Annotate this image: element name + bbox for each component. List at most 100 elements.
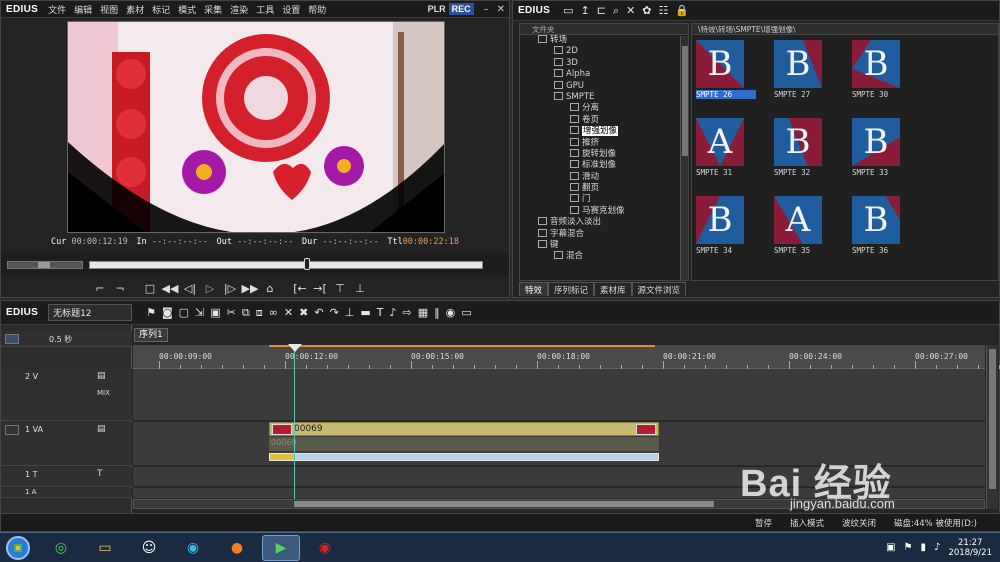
delete-icon[interactable]: ✕ [624, 4, 637, 17]
play-icon[interactable]: ▷ [201, 280, 219, 296]
shuttle-knob[interactable] [38, 262, 50, 268]
tree-item[interactable]: 字幕混合 [520, 228, 688, 240]
tree-scroll-thumb[interactable] [682, 46, 688, 156]
shuttle-slider[interactable] [7, 261, 83, 269]
record-icon[interactable]: ◉ [446, 306, 456, 320]
tree-item[interactable]: 键 [520, 240, 688, 251]
title-track-icon[interactable]: T [97, 469, 103, 479]
cut-icon[interactable]: ✂ [227, 306, 236, 320]
effect-thumbnail[interactable]: B SMPTE 30 [852, 40, 912, 110]
step-back-icon[interactable]: ◁| [181, 280, 199, 296]
save-icon[interactable]: ▣ [210, 306, 220, 320]
track-header-t1[interactable]: 1 T T [1, 467, 132, 487]
track-header-v2[interactable]: 2 V ▤ MIX [1, 369, 132, 421]
menu-render[interactable]: 渲染 [226, 3, 252, 16]
set-in-icon[interactable]: ⌐ [91, 280, 109, 296]
tree-item[interactable]: 翻页 [520, 183, 688, 194]
tab-library[interactable]: 素材库 [594, 282, 632, 296]
menu-marker[interactable]: 标记 [148, 3, 174, 16]
stop-icon[interactable]: □ [141, 280, 159, 296]
capture-icon[interactable]: ◙ [162, 306, 173, 320]
tree-item[interactable]: 分离 [520, 103, 688, 114]
tree-item[interactable]: 推挤 [520, 137, 688, 149]
mic-icon[interactable]: ♪ [390, 306, 397, 320]
media-player-icon[interactable]: ◉ [174, 535, 212, 561]
title-icon[interactable]: T [377, 306, 384, 320]
tree-item[interactable]: 卷页 [520, 114, 688, 126]
status-ripple[interactable]: 波纹关闭 [842, 517, 876, 529]
new-folder-icon[interactable]: ⊏ [595, 4, 608, 17]
browser-360-icon[interactable]: ◎ [42, 535, 80, 561]
volume-icon[interactable]: ♪ [934, 542, 940, 553]
network-icon[interactable]: ▣ [886, 542, 895, 553]
qq-icon[interactable]: ☺ [130, 535, 168, 561]
time-ruler[interactable]: 00:00:09:00 00:00:12:00 00:00:15:00 00:00:1… [133, 345, 1000, 369]
effect-thumbnail[interactable]: A SMPTE 31 [696, 118, 756, 188]
menu-mode[interactable]: 模式 [174, 3, 200, 16]
tree-item[interactable]: 旋转划像 [520, 148, 688, 160]
battery-icon[interactable]: ▮ [921, 542, 927, 553]
vscroll-thumb[interactable] [989, 349, 996, 489]
overwrite-icon[interactable]: →[ [311, 280, 329, 296]
rec-toggle[interactable]: REC [448, 3, 474, 15]
tree-item[interactable]: SMPTE [520, 91, 688, 103]
effect-thumbnail[interactable]: B SMPTE 33 [852, 118, 912, 188]
effect-thumbnail[interactable]: B SMPTE 26 [696, 40, 756, 110]
up-folder-icon[interactable]: ↥ [578, 4, 591, 17]
tree-item[interactable]: GPU [520, 80, 688, 92]
sync-toggle[interactable] [5, 425, 19, 435]
menu-edit[interactable]: 编辑 [70, 3, 96, 16]
position-slider[interactable] [89, 258, 483, 270]
properties-icon[interactable]: ✿ [640, 4, 653, 17]
menu-settings[interactable]: 设置 [278, 3, 304, 16]
effect-thumbnail[interactable]: B SMPTE 36 [852, 196, 912, 266]
timeline-vscroll[interactable] [986, 345, 998, 509]
clock[interactable]: 21:27 2018/9/21 [948, 538, 992, 558]
menu-clip[interactable]: 素材 [122, 3, 148, 16]
mix-label[interactable]: MIX [97, 389, 110, 397]
search-icon[interactable]: ⌕ [611, 4, 621, 18]
sequence-icon[interactable]: ⚑ [146, 306, 156, 320]
menu-file[interactable]: 文件 [44, 3, 70, 16]
track-v2[interactable] [133, 369, 985, 421]
output-icon[interactable]: ⊥ [351, 280, 369, 296]
ripple-delete-icon[interactable]: ✖ [299, 306, 308, 320]
effect-thumbnail[interactable]: B SMPTE 32 [774, 118, 834, 188]
folder-icon[interactable]: ▭ [561, 4, 575, 17]
tree-item[interactable]: 音频淡入淡出 [520, 217, 688, 228]
position-handle[interactable] [304, 258, 310, 270]
tree-scrollbar[interactable] [680, 36, 688, 280]
loop-icon[interactable]: ⌂ [261, 280, 279, 296]
tree-item[interactable]: 门 [520, 194, 688, 205]
effect-thumbnail[interactable]: B SMPTE 34 [696, 196, 756, 266]
tree-item[interactable]: 3D [520, 57, 688, 69]
firefox-icon[interactable]: ● [218, 535, 256, 561]
tree-item[interactable]: Alpha [520, 69, 688, 80]
mixer-icon[interactable]: ‖ [434, 306, 440, 320]
menu-tools[interactable]: 工具 [252, 3, 278, 16]
rewind-icon[interactable]: ◀◀ [161, 280, 179, 296]
sequence-tab[interactable]: 序列1 [134, 328, 168, 342]
grid-icon[interactable]: ▦ [418, 306, 428, 320]
tab-source-browser[interactable]: 源文件浏览 [631, 282, 687, 296]
tree-item[interactable]: 标准划像 [520, 160, 688, 171]
lock-icon[interactable]: 🔒 [673, 4, 691, 17]
playhead-handle[interactable] [288, 344, 302, 352]
view-mode-icon[interactable]: ☷ [657, 4, 671, 17]
open-icon[interactable]: ⇲ [195, 306, 204, 320]
set-out-icon[interactable]: ¬ [111, 280, 129, 296]
flag-icon[interactable]: ⚑ [904, 542, 913, 553]
close-icon[interactable]: ✕ [493, 4, 509, 15]
fast-forward-icon[interactable]: ▶▶ [241, 280, 259, 296]
redo-icon[interactable]: ↷ [330, 306, 339, 320]
menu-capture[interactable]: 采集 [200, 3, 226, 16]
snap-icon[interactable]: ⊥ [345, 306, 355, 320]
render-icon[interactable]: ⇨ [403, 306, 412, 320]
tab-effects[interactable]: 特效 [519, 282, 549, 296]
tree-item[interactable]: 2D [520, 46, 688, 57]
track-header-a1[interactable]: 1 A [1, 488, 132, 498]
audio-clip[interactable] [269, 453, 659, 461]
status-insert-mode[interactable]: 插入模式 [790, 517, 824, 529]
layout-icon[interactable]: ▭ [461, 306, 471, 320]
effect-thumbnail[interactable]: B SMPTE 27 [774, 40, 834, 110]
